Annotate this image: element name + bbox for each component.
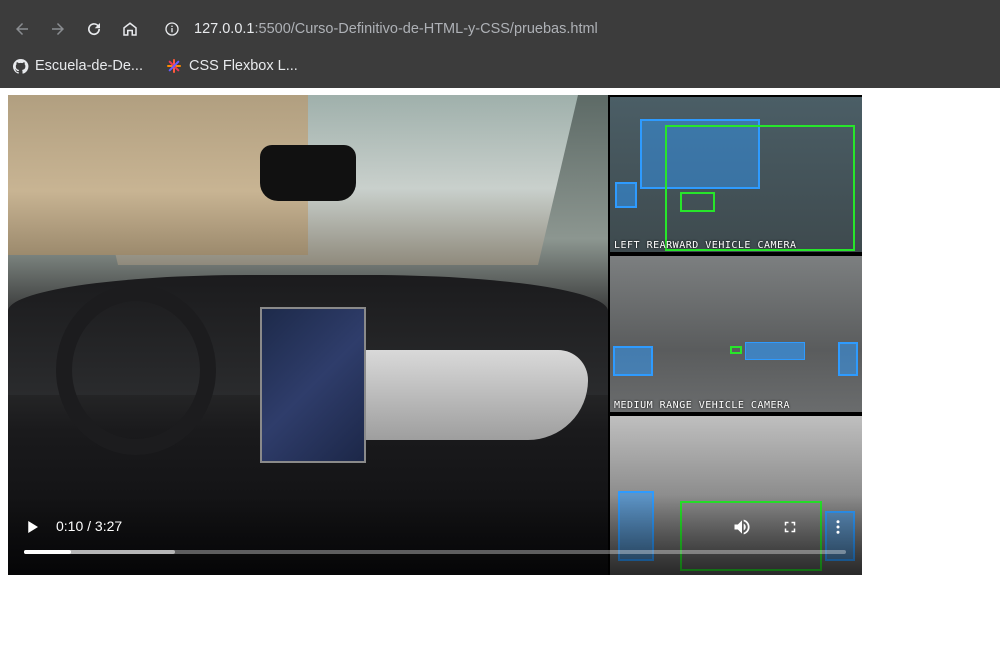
forward-button[interactable]: [45, 16, 71, 42]
detection-box: [613, 346, 653, 376]
asterisk-logo-icon: [165, 57, 183, 75]
bookmark-escuela[interactable]: Escuela-de-De...: [11, 54, 143, 78]
steering-wheel: [56, 285, 216, 455]
url-path: :5500/Curso-Definitivo-de-HTML-y-CSS/pru…: [254, 21, 598, 37]
time-display: 0:10 / 3:27: [56, 518, 123, 534]
more-vertical-icon: [836, 520, 840, 534]
navigation-row: 127.0.0.1:5500/Curso-Definitivo-de-HTML-…: [0, 10, 1000, 48]
camera-feed-medium-range: MEDIUM RANGE VEHICLE CAMERA: [610, 256, 862, 412]
video-player[interactable]: LEFT REARWARD VEHICLE CAMERA MEDIUM RANG…: [8, 95, 862, 575]
reload-icon: [88, 23, 101, 36]
bookmark-css-flexbox[interactable]: CSS Flexbox L...: [165, 54, 298, 78]
volume-button[interactable]: [730, 515, 754, 539]
camera-label: MEDIUM RANGE VEHICLE CAMERA: [614, 400, 791, 411]
bookmark-label: Escuela-de-De...: [35, 58, 143, 74]
detection-box: [615, 182, 637, 208]
center-touchscreen: [260, 307, 366, 463]
back-button[interactable]: [9, 16, 35, 42]
reload-button[interactable]: [81, 16, 107, 42]
camera-label: LEFT REARWARD VEHICLE CAMERA: [614, 240, 797, 251]
fullscreen-icon: [784, 521, 796, 533]
address-bar[interactable]: 127.0.0.1:5500/Curso-Definitivo-de-HTML-…: [156, 12, 996, 46]
play-icon: [28, 521, 38, 533]
home-button[interactable]: [117, 16, 143, 42]
fullscreen-button[interactable]: [778, 515, 802, 539]
volume-icon: [734, 519, 750, 535]
info-icon[interactable]: [160, 17, 184, 41]
more-options-button[interactable]: [826, 515, 850, 539]
camera-feed-left-rearward: LEFT REARWARD VEHICLE CAMERA: [610, 97, 862, 252]
arrow-right-icon: [52, 23, 64, 35]
dashboard-trim: [358, 350, 588, 440]
browser-toolbar: 127.0.0.1:5500/Curso-Definitivo-de-HTML-…: [0, 0, 1000, 88]
detection-box: [680, 192, 715, 212]
detection-box: [745, 342, 805, 360]
url-host: 127.0.0.1: [194, 21, 255, 37]
detection-box: [838, 342, 858, 376]
played-bar: [24, 550, 71, 554]
progress-bar[interactable]: [24, 550, 846, 554]
github-icon: [11, 57, 29, 75]
play-button[interactable]: [20, 517, 44, 537]
rearview-mirror: [260, 145, 356, 201]
detection-box: [730, 346, 742, 354]
arrow-left-icon: [16, 23, 28, 35]
bookmark-label: CSS Flexbox L...: [189, 58, 298, 74]
home-icon: [123, 22, 137, 36]
bookmarks-bar: Escuela-de-De... CSS Flexbox L...: [0, 50, 1000, 82]
url-text[interactable]: 127.0.0.1:5500/Curso-Definitivo-de-HTML-…: [194, 21, 598, 37]
detection-box: [665, 125, 855, 251]
